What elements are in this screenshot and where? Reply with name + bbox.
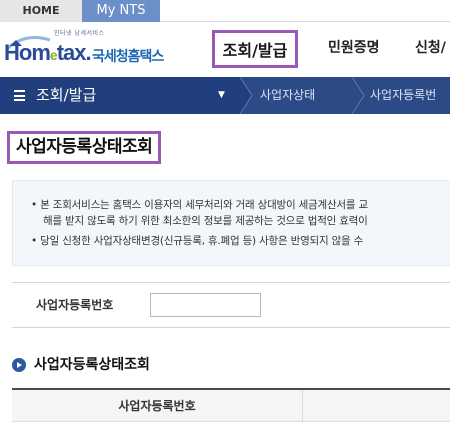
gnb-application[interactable]: 신청/ bbox=[415, 30, 446, 68]
site-header: 인터넷 납세서비스 Hometax. 국세청홈택스 조회/발급 민원증명 신청/ bbox=[0, 22, 450, 77]
business-number-input[interactable] bbox=[150, 293, 261, 317]
top-tab-bar: HOME My NTS bbox=[0, 0, 450, 22]
notice-line: • 당일 신청한 사업자상태변경(신규등록, 휴.폐업 등) 사항은 반영되지 … bbox=[31, 235, 364, 247]
logo-text-e: e bbox=[49, 47, 58, 63]
tab-my-nts[interactable]: My NTS bbox=[82, 0, 160, 22]
logo-tagline: 인터넷 납세서비스 bbox=[54, 30, 105, 37]
breadcrumb-item-registration-number[interactable]: 사업자등록번 bbox=[370, 77, 436, 114]
hometax-logo[interactable]: 인터넷 납세서비스 Hometax. 국세청홈택스 bbox=[4, 28, 190, 70]
notice-line: 해를 받지 않도록 하기 위한 최소한의 정보를 제공하는 것으로 법적인 효력… bbox=[43, 215, 368, 227]
logo-korean-text: 국세청홈택스 bbox=[92, 49, 164, 65]
section-title: 사업자등록상태조회 bbox=[34, 357, 150, 373]
chevron-right-icon bbox=[352, 77, 365, 114]
business-number-label: 사업자등록번호 bbox=[36, 298, 114, 312]
breadcrumb-title: 조회/발급 bbox=[36, 86, 97, 104]
logo-wordmark: Hometax. bbox=[4, 40, 92, 66]
gnb-civil-certificate[interactable]: 민원증명 bbox=[328, 30, 380, 68]
circle-arrow-icon bbox=[12, 358, 26, 372]
breadcrumb-menu-toggle[interactable]: 조회/발급 ▼ bbox=[0, 77, 240, 114]
gnb-inquiry-issue[interactable]: 조회/발급 bbox=[212, 30, 298, 68]
chevron-right-icon bbox=[240, 77, 253, 114]
hamburger-icon bbox=[14, 90, 25, 101]
result-table: 사업자등록번호 bbox=[12, 388, 450, 422]
table-header-business-number: 사업자등록번호 bbox=[12, 390, 303, 422]
notice-box: • 본 조회서비스는 홈택스 이용자의 세무처리와 거래 상대방이 세금계산서를… bbox=[12, 180, 450, 266]
logo-text-b: tax. bbox=[56, 40, 92, 65]
breadcrumb: 조회/발급 ▼ 사업자상태 사업자등록번 bbox=[0, 77, 450, 114]
tab-home[interactable]: HOME bbox=[0, 0, 82, 22]
search-form: 사업자등록번호 bbox=[12, 282, 450, 328]
logo-text-a: Hom bbox=[4, 40, 51, 65]
dropdown-arrow-icon: ▼ bbox=[218, 90, 225, 100]
notice-line: • 본 조회서비스는 홈택스 이용자의 세무처리와 거래 상대방이 세금계산서를… bbox=[31, 199, 368, 211]
breadcrumb-item-business-status[interactable]: 사업자상태 bbox=[260, 77, 315, 114]
page-title: 사업자등록상태조회 bbox=[7, 131, 162, 164]
